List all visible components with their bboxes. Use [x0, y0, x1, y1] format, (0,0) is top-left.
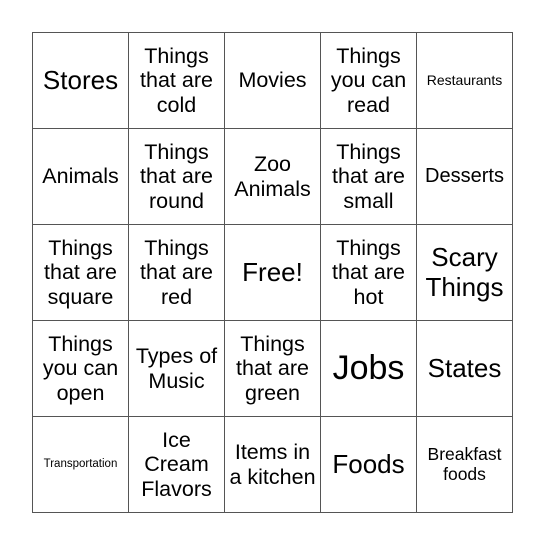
- bingo-cell[interactable]: Things that are hot: [320, 224, 417, 321]
- bingo-cell[interactable]: Things that are round: [128, 128, 225, 225]
- bingo-cell[interactable]: States: [416, 320, 513, 417]
- bingo-cell[interactable]: Animals: [32, 128, 129, 225]
- bingo-row: Things that are square Things that are re…: [32, 224, 513, 321]
- bingo-cell[interactable]: Things you can open: [32, 320, 129, 417]
- bingo-cell[interactable]: Transportation: [32, 416, 129, 513]
- bingo-row: Stores Things that are cold Movies Things y…: [32, 32, 513, 129]
- bingo-cell[interactable]: Jobs: [320, 320, 417, 417]
- bingo-cell[interactable]: Types of Music: [128, 320, 225, 417]
- bingo-row: Transportation Ice Cream Flavors Items in …: [32, 416, 513, 513]
- bingo-cell[interactable]: Stores: [32, 32, 129, 129]
- bingo-cell[interactable]: Scary Things: [416, 224, 513, 321]
- bingo-cell[interactable]: Things that are cold: [128, 32, 225, 129]
- bingo-card: Stores Things that are cold Movies Things y…: [32, 32, 513, 513]
- bingo-cell[interactable]: Items in a kitchen: [224, 416, 321, 513]
- bingo-cell[interactable]: Things that are green: [224, 320, 321, 417]
- bingo-cell[interactable]: Things that are square: [32, 224, 129, 321]
- bingo-cell[interactable]: Zoo Animals: [224, 128, 321, 225]
- bingo-row: Animals Things that are round Zoo Animals T…: [32, 128, 513, 225]
- bingo-cell[interactable]: Breakfast foods: [416, 416, 513, 513]
- bingo-cell[interactable]: Things you can read: [320, 32, 417, 129]
- bingo-cell[interactable]: Things that are small: [320, 128, 417, 225]
- bingo-cell[interactable]: Foods: [320, 416, 417, 513]
- bingo-cell[interactable]: Movies: [224, 32, 321, 129]
- bingo-row: Things you can open Types of Music Things …: [32, 320, 513, 417]
- bingo-cell[interactable]: Desserts: [416, 128, 513, 225]
- bingo-cell[interactable]: Restaurants: [416, 32, 513, 129]
- bingo-cell[interactable]: Ice Cream Flavors: [128, 416, 225, 513]
- bingo-grid: Stores Things that are cold Movies Things y…: [32, 32, 513, 513]
- bingo-cell[interactable]: Things that are red: [128, 224, 225, 321]
- free-space-cell[interactable]: Free!: [224, 224, 321, 321]
